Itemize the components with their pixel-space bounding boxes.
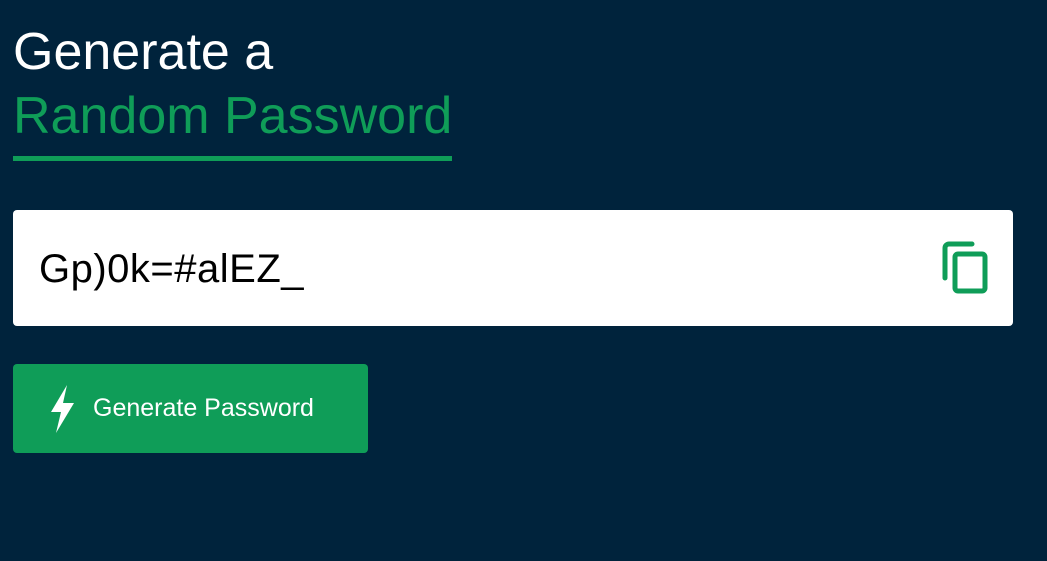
- generate-button-label: Generate Password: [93, 394, 314, 422]
- password-display: Gp)0k=#alEZ_: [13, 210, 1013, 326]
- generate-password-button[interactable]: Generate Password: [13, 364, 368, 453]
- copy-icon: [942, 241, 988, 294]
- bolt-icon: [47, 384, 77, 433]
- page-title: Generate a Random Password: [13, 20, 453, 161]
- copy-button[interactable]: [939, 240, 993, 296]
- title-line-1: Generate a: [13, 23, 274, 81]
- password-generator-page: Generate a Random Password Gp)0k=#alEZ_ …: [0, 0, 1047, 561]
- password-value[interactable]: Gp)0k=#alEZ_: [39, 246, 304, 292]
- title-line-2-highlight: Random Password: [13, 84, 453, 161]
